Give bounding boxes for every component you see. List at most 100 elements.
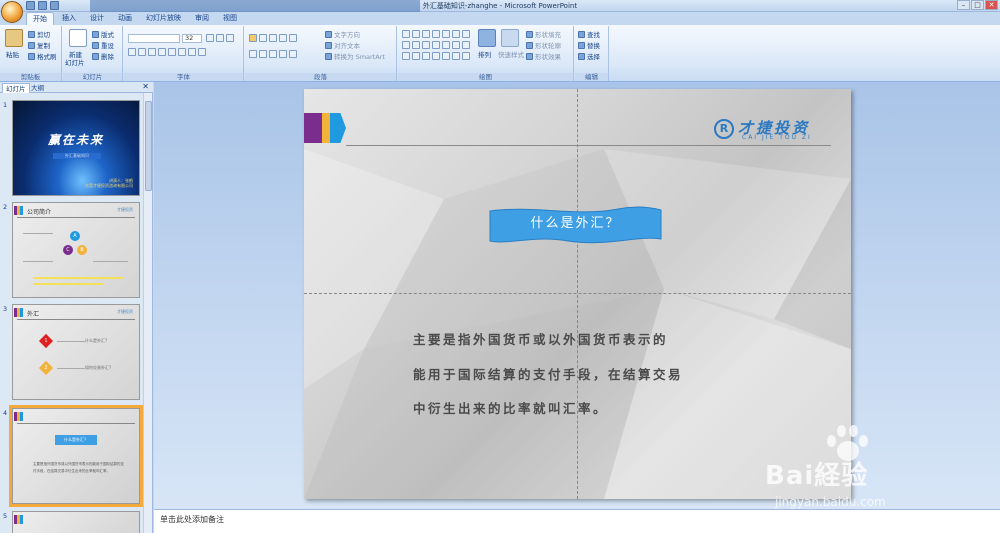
arrange-icon[interactable] xyxy=(478,29,496,47)
font-size-combo[interactable]: 32 xyxy=(182,34,202,43)
bold-icon[interactable] xyxy=(128,48,136,56)
thumb-text-line xyxy=(93,261,128,262)
indent-increase-icon[interactable] xyxy=(279,34,287,42)
vertical-guide[interactable] xyxy=(577,89,578,499)
paste-icon[interactable] xyxy=(5,29,23,47)
brace-shape-icon[interactable] xyxy=(442,52,450,60)
tab-review[interactable]: 审阅 xyxy=(189,12,215,25)
font-color-icon[interactable] xyxy=(198,48,206,56)
rectangle-shape-icon[interactable] xyxy=(402,30,410,38)
reset-button[interactable]: 重设 xyxy=(92,40,114,50)
oval-shape-icon[interactable] xyxy=(462,30,470,38)
bullets-icon[interactable] xyxy=(249,34,257,42)
indent-decrease-icon[interactable] xyxy=(269,34,277,42)
new-slide-icon[interactable] xyxy=(69,29,87,47)
layout-button[interactable]: 版式 xyxy=(92,29,114,39)
arrow-shape-icon[interactable] xyxy=(442,30,450,38)
strikethrough-icon[interactable] xyxy=(158,48,166,56)
curve-shape-icon[interactable] xyxy=(402,52,410,60)
line-shape-icon[interactable] xyxy=(432,30,440,38)
star-shape-icon[interactable] xyxy=(462,52,470,60)
close-button[interactable]: ✕ xyxy=(985,0,998,10)
curve-shape-icon[interactable] xyxy=(412,52,420,60)
align-text-icon xyxy=(325,41,332,49)
title-banner[interactable]: 什么是外汇？ xyxy=(488,205,663,245)
tab-outline-panel[interactable]: 大纲 xyxy=(28,83,47,93)
quick-styles-icon[interactable] xyxy=(501,29,519,47)
justify-icon[interactable] xyxy=(279,50,287,58)
maximize-button[interactable]: □ xyxy=(971,0,984,10)
slide-thumbnail-3[interactable]: 外汇 才捷投资 1 什么是外汇? 2 如何交易外汇? xyxy=(12,304,140,400)
format-painter-button[interactable]: 格式刷 xyxy=(28,51,57,61)
smartart-button[interactable]: 转换为 SmartArt xyxy=(325,51,385,61)
slide-thumbnail-4[interactable]: 什么是外汇？ 主要是指外国货币或以外国货币表示的能用于国际结算的支付手段，在结算… xyxy=(9,405,143,507)
paste-button[interactable]: 粘贴 xyxy=(6,49,19,59)
underline-icon[interactable] xyxy=(148,48,156,56)
slide-thumbnail-2[interactable]: 公司简介 才捷投资 A C B xyxy=(12,202,140,298)
notes-placeholder: 单击此处添加备注 xyxy=(160,515,224,524)
redo-icon[interactable] xyxy=(50,1,59,10)
tab-animations[interactable]: 动画 xyxy=(112,12,138,25)
brace-shape-icon[interactable] xyxy=(452,52,460,60)
shrink-font-icon[interactable] xyxy=(216,34,224,42)
align-right-icon[interactable] xyxy=(269,50,277,58)
align-text-button[interactable]: 对齐文本 xyxy=(325,40,360,50)
minimize-button[interactable]: – xyxy=(957,0,970,10)
thumb1-title: 赢在未来 xyxy=(47,133,104,147)
align-center-icon[interactable] xyxy=(259,50,267,58)
clear-format-icon[interactable] xyxy=(226,34,234,42)
find-button[interactable]: 查找 xyxy=(578,29,600,39)
horizontal-guide[interactable] xyxy=(304,293,851,294)
new-slide-button-line2[interactable]: 幻灯片 xyxy=(65,57,85,67)
tab-insert[interactable]: 插入 xyxy=(56,12,82,25)
line-spacing-icon[interactable] xyxy=(289,34,297,42)
tab-design[interactable]: 设计 xyxy=(84,12,110,25)
tab-home[interactable]: 开始 xyxy=(26,12,54,25)
arrow-shape-icon[interactable] xyxy=(432,41,440,49)
connector-shape-icon[interactable] xyxy=(422,41,430,49)
panel-close-icon[interactable]: ✕ xyxy=(142,82,149,91)
font-name-combo[interactable] xyxy=(128,34,180,43)
grow-font-icon[interactable] xyxy=(206,34,214,42)
tab-slideshow[interactable]: 幻灯片放映 xyxy=(140,12,187,25)
select-button[interactable]: 选择 xyxy=(578,51,600,61)
columns-icon[interactable] xyxy=(289,50,297,58)
align-left-icon[interactable] xyxy=(249,50,257,58)
panel-scrollbar[interactable] xyxy=(143,93,152,533)
arrange-button[interactable]: 排列 xyxy=(478,49,491,59)
undo-icon[interactable] xyxy=(38,1,47,10)
line-shape-icon[interactable] xyxy=(422,30,430,38)
shapes-row-2 xyxy=(402,41,470,49)
cut-button[interactable]: 剪切 xyxy=(28,29,50,39)
shape-outline-button[interactable]: 形状轮廓 xyxy=(526,40,561,50)
spacing-icon[interactable] xyxy=(178,48,186,56)
case-icon[interactable] xyxy=(188,48,196,56)
save-icon[interactable] xyxy=(26,1,35,10)
rectangle-shape-icon[interactable] xyxy=(412,30,420,38)
rectangle-shape-icon[interactable] xyxy=(452,30,460,38)
shape-effects-button[interactable]: 形状效果 xyxy=(526,51,561,61)
star-shape-icon[interactable] xyxy=(452,41,460,49)
slide-thumbnail-1[interactable]: 赢在未来 外汇基础知识 讲演人：张鹤 东莞才捷投资咨询有限公司 xyxy=(12,100,140,196)
brace-shape-icon[interactable] xyxy=(462,41,470,49)
quick-styles-button[interactable]: 快速样式 xyxy=(498,49,524,59)
text-direction-button[interactable]: 文字方向 xyxy=(325,29,360,39)
curve-shape-icon[interactable] xyxy=(432,52,440,60)
shape-fill-button[interactable]: 形状填充 xyxy=(526,29,561,39)
triangle-shape-icon[interactable] xyxy=(402,41,410,49)
curve-shape-icon[interactable] xyxy=(422,52,430,60)
slide-thumbnail-5[interactable] xyxy=(12,511,140,533)
tab-view[interactable]: 视图 xyxy=(217,12,243,25)
thumbnail-number: 3 xyxy=(3,305,8,313)
shadow-icon[interactable] xyxy=(168,48,176,56)
connector-shape-icon[interactable] xyxy=(412,41,420,49)
delete-button[interactable]: 删除 xyxy=(92,51,114,61)
copy-button[interactable]: 复制 xyxy=(28,40,50,50)
tab-slides-panel[interactable]: 幻灯片 xyxy=(2,83,30,93)
italic-icon[interactable] xyxy=(138,48,146,56)
replace-button[interactable]: 替换 xyxy=(578,40,600,50)
numbering-icon[interactable] xyxy=(259,34,267,42)
office-button[interactable] xyxy=(1,1,23,23)
scrollbar-thumb[interactable] xyxy=(145,101,152,191)
arrow-shape-icon[interactable] xyxy=(442,41,450,49)
